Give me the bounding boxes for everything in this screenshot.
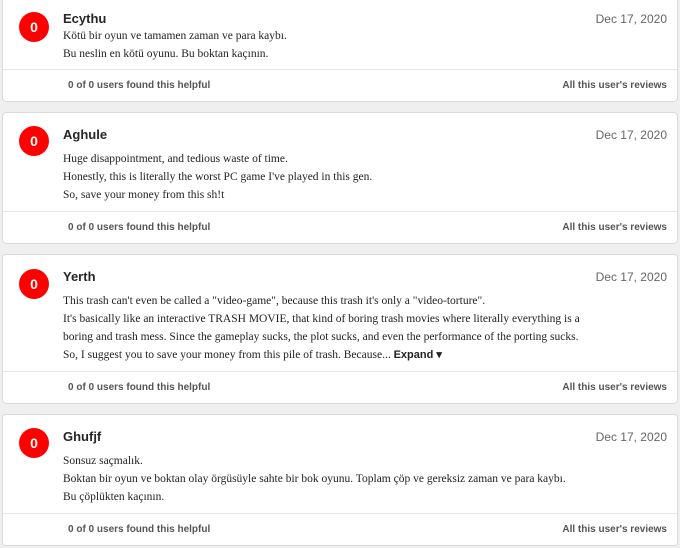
review-text-line: Boktan bir oyun ve boktan olay örgüsüyle… <box>63 473 566 485</box>
review-text-line: So, save your money from this sh!t <box>63 189 225 201</box>
helpful-count: 0 of 0 users found this helpful <box>68 222 211 233</box>
review-text-line: Bu neslin en kötü oyunu. Bu boktan kaçın… <box>63 48 269 60</box>
review-date: Dec 17, 2020 <box>595 430 667 444</box>
review-text-line-truncated: So, I suggest you to save your money fro… <box>63 349 391 361</box>
all-user-reviews-link[interactable]: All this user's reviews <box>562 382 667 393</box>
review-author[interactable]: Aghule <box>63 127 107 142</box>
metascore-badge: 0 <box>19 269 49 299</box>
review-text-line: This trash can't even be called a "video… <box>63 295 486 307</box>
review-footer: 0 of 0 users found this helpful All this… <box>3 513 677 545</box>
review-text-line: Honestly, this is literally the worst PC… <box>63 171 373 183</box>
review-footer: 0 of 0 users found this helpful All this… <box>3 371 677 403</box>
review-card: 0 Aghule Dec 17, 2020 Huge disappointmen… <box>2 112 678 244</box>
review-card: 0 Ecythu Dec 17, 2020 Kötü bir oyun ve t… <box>2 0 678 102</box>
review-date: Dec 17, 2020 <box>595 12 667 26</box>
review-text-line: Sonsuz saçmalık. <box>63 455 143 467</box>
review-body: This trash can't even be called a "video… <box>63 292 665 364</box>
metascore-badge: 0 <box>19 12 49 42</box>
review-text-line: It's basically like an interactive TRASH… <box>63 313 580 325</box>
review-text-line: So, I suggest you to save your money fro… <box>63 346 665 364</box>
review-author[interactable]: Ecythu <box>63 11 106 26</box>
helpful-count: 0 of 0 users found this helpful <box>68 80 211 91</box>
review-author[interactable]: Yerth <box>63 269 96 284</box>
metascore-badge: 0 <box>19 126 49 156</box>
review-text-line: Huge disappointment, and tedious waste o… <box>63 153 288 165</box>
review-author[interactable]: Ghufjf <box>63 429 101 444</box>
all-user-reviews-link[interactable]: All this user's reviews <box>562 222 667 233</box>
review-footer: 0 of 0 users found this helpful All this… <box>3 69 677 101</box>
expand-button[interactable]: Expand ▾ <box>394 349 442 361</box>
review-body: Huge disappointment, and tedious waste o… <box>63 150 665 204</box>
all-user-reviews-link[interactable]: All this user's reviews <box>562 524 667 535</box>
review-date: Dec 17, 2020 <box>595 270 667 284</box>
review-text-line: Kötü bir oyun ve tamamen zaman ve para k… <box>63 30 287 42</box>
review-card: 0 Yerth Dec 17, 2020 This trash can't ev… <box>2 254 678 404</box>
review-footer: 0 of 0 users found this helpful All this… <box>3 211 677 243</box>
metascore-badge: 0 <box>19 428 49 458</box>
helpful-count: 0 of 0 users found this helpful <box>68 382 211 393</box>
review-text-line: Bu çöplükten kaçının. <box>63 491 165 503</box>
review-date: Dec 17, 2020 <box>595 128 667 142</box>
helpful-count: 0 of 0 users found this helpful <box>68 524 211 535</box>
review-card: 0 Ghufjf Dec 17, 2020 Sonsuz saçmalık. B… <box>2 414 678 546</box>
review-body: Kötü bir oyun ve tamamen zaman ve para k… <box>63 27 665 63</box>
review-body: Sonsuz saçmalık. Boktan bir oyun ve bokt… <box>63 452 665 506</box>
review-text-line: boring and trash mess. Since the gamepla… <box>63 331 579 343</box>
all-user-reviews-link[interactable]: All this user's reviews <box>562 80 667 91</box>
